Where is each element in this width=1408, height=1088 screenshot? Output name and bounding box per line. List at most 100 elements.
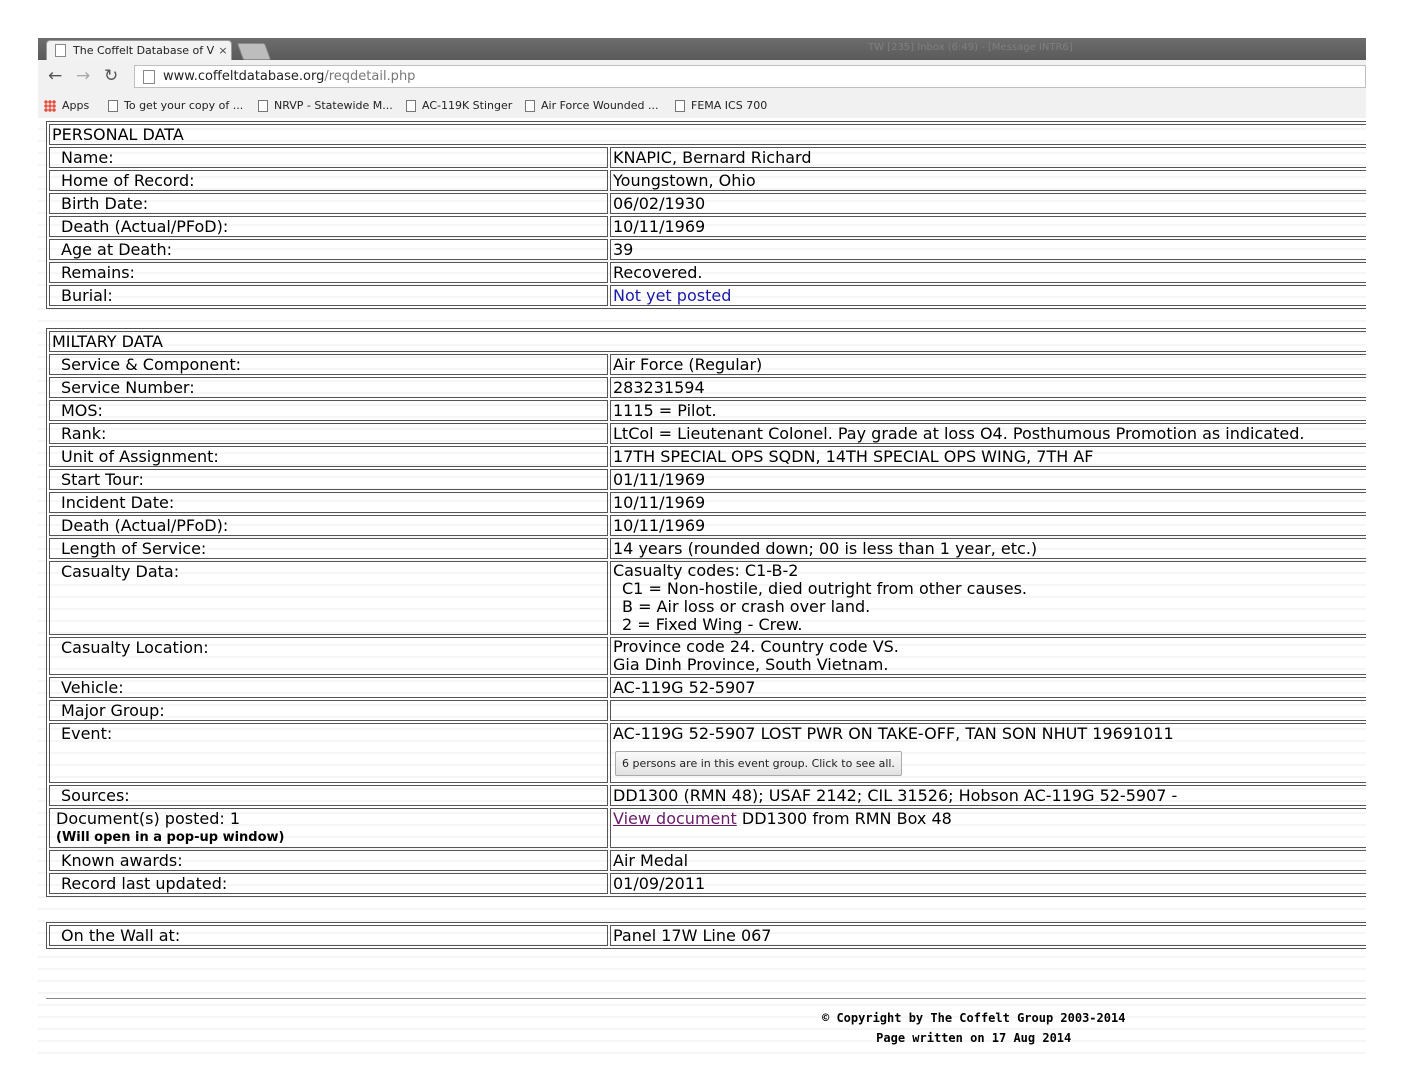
field-label: Incident Date: bbox=[49, 492, 608, 513]
burial-link[interactable]: Not yet posted bbox=[613, 286, 731, 305]
table-row: On the Wall at: Panel 17W Line 067 bbox=[49, 925, 1366, 946]
field-label: Death (Actual/PFoD): bbox=[49, 216, 608, 237]
browser-toolbar: ← → ↻ www.coffeltdatabase.org/reqdetail.… bbox=[38, 60, 1366, 93]
field-label: Unit of Assignment: bbox=[49, 446, 608, 467]
event-description: AC-119G 52-5907 LOST PWR ON TAKE-OFF, TA… bbox=[613, 724, 1174, 743]
table-row: Service & Component: Air Force (Regular) bbox=[49, 354, 1366, 375]
back-arrow-icon[interactable]: ← bbox=[48, 67, 62, 85]
casualty-code-line: C1 = Non-hostile, died outright from oth… bbox=[622, 579, 1027, 598]
field-label: Service & Component: bbox=[49, 354, 608, 375]
page-written-date: Page written on 17 Aug 2014 bbox=[876, 1031, 1072, 1045]
table-row: Start Tour: 01/11/1969 bbox=[49, 469, 1366, 490]
bookmark-item[interactable]: Air Force Wounded ... bbox=[525, 99, 658, 112]
bookmark-item[interactable]: NRVP - Statewide M... bbox=[258, 99, 393, 112]
bookmark-label: NRVP - Statewide M... bbox=[274, 99, 393, 112]
table-row: Document(s) posted: 1 (Will open in a po… bbox=[49, 808, 1366, 848]
field-label: Sources: bbox=[49, 785, 608, 806]
section-heading: MILTARY DATA bbox=[49, 331, 1366, 352]
field-value: LtCol = Lieutenant Colonel. Pay grade at… bbox=[610, 423, 1366, 444]
bookmarks-bar: Apps To get your copy of ... NRVP - Stat… bbox=[38, 93, 1366, 119]
view-document-link[interactable]: View document bbox=[613, 809, 737, 828]
field-value: Air Medal bbox=[610, 850, 1366, 871]
field-label: Event: bbox=[49, 723, 608, 783]
table-row: Age at Death: 39 bbox=[49, 239, 1366, 260]
table-row: Rank: LtCol = Lieutenant Colonel. Pay gr… bbox=[49, 423, 1366, 444]
table-row: Death (Actual/PFoD): 10/11/1969 bbox=[49, 216, 1366, 237]
page-icon bbox=[675, 99, 685, 112]
field-label: Burial: bbox=[49, 285, 608, 306]
field-label: Casualty Location: bbox=[49, 637, 608, 675]
field-value: 17TH SPECIAL OPS SQDN, 14TH SPECIAL OPS … bbox=[610, 446, 1366, 467]
reload-icon[interactable]: ↻ bbox=[104, 67, 118, 85]
event-value: AC-119G 52-5907 LOST PWR ON TAKE-OFF, TA… bbox=[610, 723, 1366, 783]
bookmark-label: Air Force Wounded ... bbox=[541, 99, 659, 112]
section-heading: PERSONAL DATA bbox=[49, 124, 1366, 145]
casualty-location-value: Province code 24. Country code VS. Gia D… bbox=[610, 637, 1366, 675]
field-value: 39 bbox=[610, 239, 1366, 260]
event-group-button[interactable]: 6 persons are in this event group. Click… bbox=[615, 751, 902, 776]
page-icon bbox=[143, 69, 155, 84]
documents-value: View document DD1300 from RMN Box 48 bbox=[610, 808, 1366, 848]
field-value: Air Force (Regular) bbox=[610, 354, 1366, 375]
bookmark-item[interactable]: FEMA ICS 700 bbox=[675, 99, 767, 112]
table-row: Sources: DD1300 (RMN 48); USAF 2142; CIL… bbox=[49, 785, 1366, 806]
table-row: MOS: 1115 = Pilot. bbox=[49, 400, 1366, 421]
table-row: Unit of Assignment: 17TH SPECIAL OPS SQD… bbox=[49, 446, 1366, 467]
military-data-table: MILTARY DATA Service & Component: Air Fo… bbox=[46, 328, 1366, 897]
forward-arrow-icon[interactable]: → bbox=[76, 67, 90, 85]
location-line: Gia Dinh Province, South Vietnam. bbox=[613, 655, 889, 674]
table-row: Casualty Location: Province code 24. Cou… bbox=[49, 637, 1366, 675]
new-tab-button[interactable] bbox=[236, 43, 272, 60]
table-row: Record last updated: 01/09/2011 bbox=[49, 873, 1366, 894]
table-row: Service Number: 283231594 bbox=[49, 377, 1366, 398]
field-label: Birth Date: bbox=[49, 193, 608, 214]
table-row: Name: KNAPIC, Bernard Richard bbox=[49, 147, 1366, 168]
document-description: DD1300 from RMN Box 48 bbox=[736, 809, 952, 828]
page-icon bbox=[108, 99, 118, 112]
apps-grid-icon bbox=[44, 99, 56, 112]
bookmark-apps[interactable]: Apps bbox=[44, 99, 89, 112]
field-label: Casualty Data: bbox=[49, 561, 608, 635]
field-label: Document(s) posted: 1 bbox=[56, 809, 241, 828]
address-bar[interactable]: www.coffeltdatabase.org/reqdetail.php bbox=[134, 65, 1366, 88]
page-icon bbox=[406, 99, 416, 112]
browser-chrome: The Coffelt Database of Vi × TW [235] In… bbox=[38, 38, 1366, 119]
field-label: Vehicle: bbox=[49, 677, 608, 698]
field-label: On the Wall at: bbox=[49, 925, 608, 946]
page-footer: © Copyright by The Coffelt Group 2003-20… bbox=[822, 1008, 1125, 1048]
casualty-codes-line: Casualty codes: C1-B-2 bbox=[613, 561, 799, 580]
field-value: 10/11/1969 bbox=[610, 492, 1366, 513]
field-value: DD1300 (RMN 48); USAF 2142; CIL 31526; H… bbox=[610, 785, 1366, 806]
field-value: 10/11/1969 bbox=[610, 515, 1366, 536]
field-label: Service Number: bbox=[49, 377, 608, 398]
table-row: Home of Record: Youngstown, Ohio bbox=[49, 170, 1366, 191]
field-value: 1115 = Pilot. bbox=[610, 400, 1366, 421]
copyright-text: © Copyright by The Coffelt Group 2003-20… bbox=[822, 1011, 1126, 1025]
casualty-code-line: 2 = Fixed Wing - Crew. bbox=[622, 615, 803, 634]
bookmark-label: To get your copy of ... bbox=[124, 99, 244, 112]
bookmark-label: AC-119K Stinger bbox=[422, 99, 513, 112]
field-value: Recovered. bbox=[610, 262, 1366, 283]
field-label: Length of Service: bbox=[49, 538, 608, 559]
table-row: Casualty Data: Casualty codes: C1-B-2 C1… bbox=[49, 561, 1366, 635]
window-title: TW [235] Inbox (6:49) - [Message INTR6] bbox=[868, 42, 1073, 53]
bookmark-item[interactable]: AC-119K Stinger bbox=[406, 99, 512, 112]
tab-strip: The Coffelt Database of Vi × TW [235] In… bbox=[38, 38, 1366, 60]
table-row: Incident Date: 10/11/1969 bbox=[49, 492, 1366, 513]
field-label: Remains: bbox=[49, 262, 608, 283]
bookmark-item[interactable]: To get your copy of ... bbox=[108, 99, 243, 112]
table-row: Burial: Not yet posted bbox=[49, 285, 1366, 306]
casualty-code-line: B = Air loss or crash over land. bbox=[622, 597, 871, 616]
close-tab-icon[interactable]: × bbox=[215, 44, 231, 57]
field-label: Name: bbox=[49, 147, 608, 168]
page-icon bbox=[55, 44, 66, 57]
wall-table: On the Wall at: Panel 17W Line 067 bbox=[46, 922, 1366, 949]
table-row: Death (Actual/PFoD): 10/11/1969 bbox=[49, 515, 1366, 536]
field-label: Known awards: bbox=[49, 850, 608, 871]
field-value: KNAPIC, Bernard Richard bbox=[610, 147, 1366, 168]
field-value: 10/11/1969 bbox=[610, 216, 1366, 237]
table-row: Remains: Recovered. bbox=[49, 262, 1366, 283]
browser-tab[interactable]: The Coffelt Database of Vi × bbox=[46, 40, 232, 60]
field-label: Record last updated: bbox=[49, 873, 608, 894]
field-label: Rank: bbox=[49, 423, 608, 444]
